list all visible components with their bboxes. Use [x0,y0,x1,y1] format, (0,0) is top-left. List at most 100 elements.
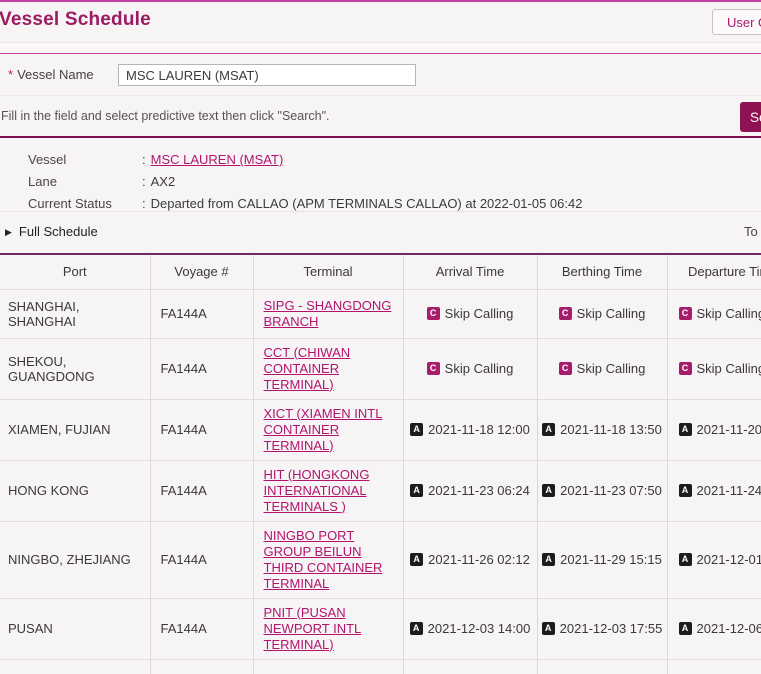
status-letter-icon: A [410,622,423,635]
arrival-cell: A2021-12-21 08:00 [403,659,537,674]
schedule-table: Port Voyage # Terminal Arrival Time Bert… [0,253,761,674]
arrival-cell: A 2021-12-03 14:00 [403,598,537,659]
voyage-cell: FA144A [150,521,253,598]
status-letter-icon: C [559,362,572,375]
table-row: PUSAN FA144A PNIT (PUSAN NEWPORT INTL TE… [0,598,761,659]
terminal-cell: CCT (CHIWAN CONTAINER TERMINAL) [253,338,403,399]
table-header-row: Port Voyage # Terminal Arrival Time Bert… [0,254,761,289]
search-bar: Fill in the field and select predictive … [0,96,761,138]
berthing-cell: A2021-11-29 15:15 [537,521,667,598]
schedule-section-header: ▶Full Schedule To [0,212,761,253]
arrival-text: Skip Calling [445,306,514,321]
voyage-cell: FA144A [150,598,253,659]
departure-cell: C Skip Calling [667,338,761,399]
berthing-text: Skip Calling [577,306,646,321]
col-header-berthing: Berthing Time [537,254,667,289]
info-row-lane: Lane : AX2 [28,171,761,193]
arrival-text: 2021-11-23 06:24 [428,483,530,498]
info-label: Vessel [28,149,142,171]
departure-text: 2021-12-06 0 [697,621,761,636]
berthing-cell: A 2021-12-03 17:55 [537,598,667,659]
col-header-terminal: Terminal [253,254,403,289]
berthing-text: 2021-11-18 13:50 [560,422,662,437]
info-row-vessel: Vessel : MSC LAUREN (MSAT) [28,149,761,171]
departure-text: Skip Calling [697,361,761,376]
terminal-link[interactable]: CCT (CHIWAN CONTAINER TERMINAL) [264,345,351,392]
col-header-departure: Departure Time [667,254,761,289]
terminal-cell: HIT (HONGKONG INTERNATIONAL TERMINALS ) [253,460,403,521]
departure-text: 2021-11-24 1 [697,483,761,498]
terminal-link[interactable]: NINGBO PORT GROUP BEILUN THIRD CONTAINER… [264,528,383,591]
user-guide-button[interactable]: User Guide [712,9,761,35]
status-letter-icon: C [427,307,440,320]
col-header-voyage: Voyage # [150,254,253,289]
arrival-text: 2021-11-26 02:12 [428,552,530,567]
status-letter-icon: A [542,553,555,566]
port-cell: PUSAN [0,598,150,659]
status-letter-icon: A [542,622,555,635]
berthing-cell: C Skip Calling [537,289,667,338]
status-letter-icon: A [410,484,423,497]
departure-text: 2021-11-20 1 [697,422,761,437]
berthing-text: Skip Calling [577,361,646,376]
vessel-name-label: *Vessel Name [8,67,94,82]
departure-text: Skip Calling [697,306,761,321]
berthing-cell: A2021-12-21 09:22 [537,659,667,674]
arrival-text: 2021-11-18 12:00 [428,422,530,437]
terminal-link[interactable]: HIT (HONGKONG INTERNATIONAL TERMINALS ) [264,467,370,514]
departure-cell: C Skip Calling [667,289,761,338]
terminal-link[interactable]: PNIT (PUSAN NEWPORT INTL TERMINAL) [264,605,362,652]
terminal-link[interactable]: XICT (XIAMEN INTL CONTAINER TERMINAL) [264,406,383,453]
clipped-right-text: To [744,224,758,239]
berthing-text: 2021-12-03 17:55 [560,621,663,636]
lane-value: AX2 [151,171,176,193]
table-row: MANZANILLO FA144A CONTECON MANZANILLO A2… [0,659,761,674]
terminal-cell: CONTECON MANZANILLO [253,659,403,674]
table-row: NINGBO, ZHEJIANG FA144A NINGBO PORT GROU… [0,521,761,598]
search-button[interactable]: Search [740,102,761,132]
required-marker: * [8,67,13,82]
arrival-cell: A 2021-11-26 02:12 [403,521,537,598]
voyage-cell: FA144A [150,460,253,521]
berthing-cell: A 2021-11-23 07:50 [537,460,667,521]
status-letter-icon: C [427,362,440,375]
status-letter-icon: C [679,307,692,320]
vessel-link[interactable]: MSC LAUREN (MSAT) [151,149,284,171]
status-letter-icon: A [679,423,692,436]
table-row: XIAMEN, FUJIAN FA144A XICT (XIAMEN INTL … [0,399,761,460]
terminal-cell: SIPG - SHANGDONG BRANCH [253,289,403,338]
arrival-cell: C Skip Calling [403,289,537,338]
port-cell: XIAMEN, FUJIAN [0,399,150,460]
top-bar: Vessel Schedule User Guide [0,0,761,43]
berthing-cell: A2021-11-18 13:50 [537,399,667,460]
port-cell: MANZANILLO [0,659,150,674]
arrival-cell: CSkip Calling [403,338,537,399]
arrival-cell: A 2021-11-23 06:24 [403,460,537,521]
arrival-text: 2021-12-03 14:00 [428,621,531,636]
port-cell: SHEKOU, GUANGDONG [0,338,150,399]
page-title: Vessel Schedule [0,9,151,31]
status-letter-icon: C [679,362,692,375]
vessel-name-input[interactable] [118,64,416,86]
departure-cell: A2021-12-23 1 [667,659,761,674]
voyage-cell: FA144A [150,659,253,674]
magenta-divider [0,43,761,54]
full-schedule-label: Full Schedule [19,224,98,239]
status-letter-icon: A [410,423,423,436]
berthing-text: 2021-11-23 07:50 [560,483,662,498]
status-letter-icon: A [542,484,555,497]
status-letter-icon: A [679,553,692,566]
search-instruction: Fill in the field and select predictive … [1,109,329,123]
status-letter-icon: C [559,307,572,320]
status-letter-icon: A [410,553,423,566]
vessel-search-form: *Vessel Name [0,54,761,96]
full-schedule-toggle[interactable]: ▶Full Schedule [5,224,98,239]
status-letter-icon: A [679,484,692,497]
terminal-cell: XICT (XIAMEN INTL CONTAINER TERMINAL) [253,399,403,460]
col-header-arrival: Arrival Time [403,254,537,289]
terminal-cell: NINGBO PORT GROUP BEILUN THIRD CONTAINER… [253,521,403,598]
info-label: Lane [28,171,142,193]
terminal-link[interactable]: SIPG - SHANGDONG BRANCH [264,298,392,329]
col-header-port: Port [0,254,150,289]
status-letter-icon: A [679,622,692,635]
